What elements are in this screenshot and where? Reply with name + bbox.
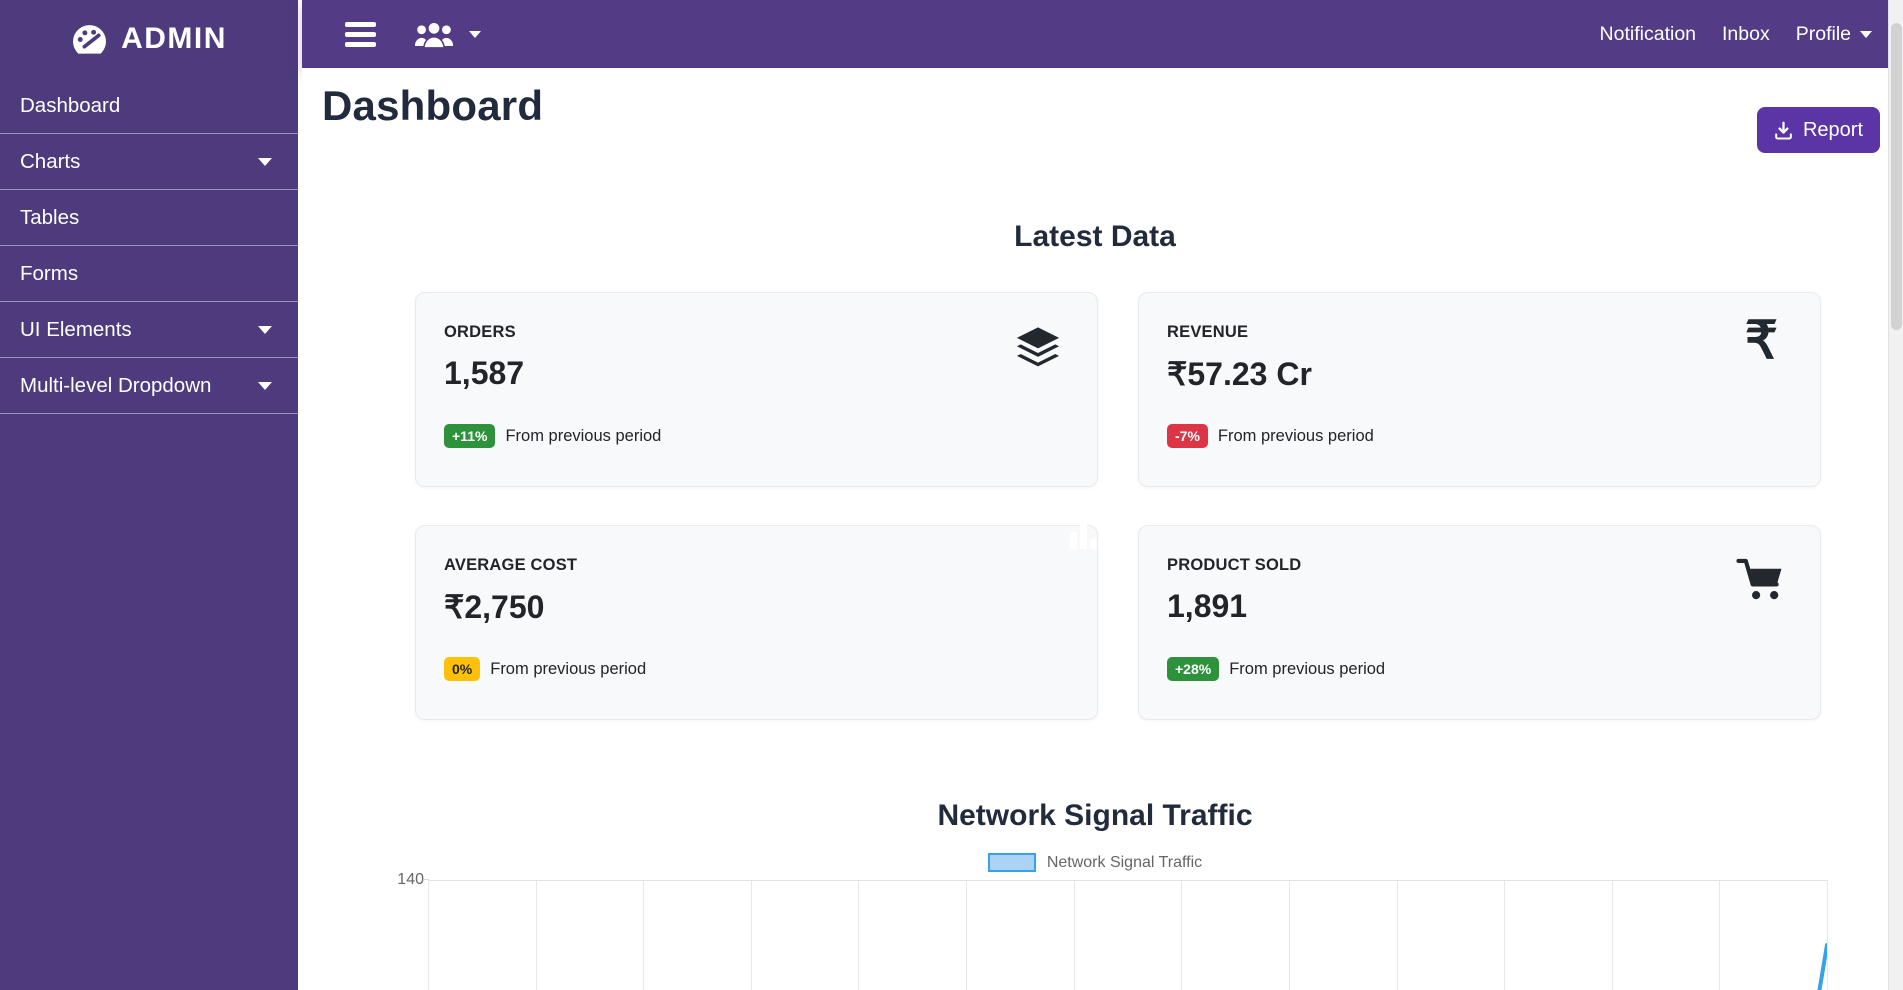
stat-card-label: REVENUE [1167, 323, 1792, 342]
brand-name: ADMIN [121, 22, 227, 56]
stat-card-value: 1,891 [1167, 588, 1792, 625]
sidebar-item-tables[interactable]: Tables [0, 190, 298, 246]
sidebar-item-multilevel-dropdown[interactable]: Multi-level Dropdown [0, 358, 298, 414]
sidebar-item-forms[interactable]: Forms [0, 246, 298, 302]
sidebar-item-label: Tables [20, 206, 79, 230]
users-icon [413, 20, 455, 49]
stat-cards: ORDERS 1,587 +11% From previous period R… [415, 292, 1821, 720]
chevron-down-icon [258, 158, 272, 166]
stat-change-badge: +11% [444, 424, 495, 448]
nav-inbox[interactable]: Inbox [1722, 23, 1770, 46]
sidebar-item-label: Dashboard [20, 94, 120, 118]
sidebar-item-label: Multi-level Dropdown [20, 374, 211, 398]
chevron-down-icon [258, 326, 272, 334]
legend-swatch [988, 853, 1036, 872]
chart-line [428, 881, 1828, 990]
stat-card-value: ₹2,750 [444, 588, 1069, 626]
cart-icon [1736, 558, 1784, 606]
navbar-links: Notification Inbox Profile [1600, 23, 1872, 46]
hamburger-icon [345, 22, 376, 27]
stat-card-note: From previous period [1218, 427, 1374, 446]
stat-card-label: PRODUCT SOLD [1167, 556, 1792, 575]
stat-card-value: ₹57.23 Cr [1167, 355, 1792, 393]
users-dropdown-button[interactable] [413, 20, 481, 49]
sidebar-item-label: Charts [20, 150, 80, 174]
report-button-label: Report [1803, 119, 1863, 142]
chevron-down-icon [1860, 31, 1872, 38]
latest-data-heading: Latest Data [302, 220, 1888, 254]
stat-card-label: ORDERS [444, 323, 1069, 342]
stat-card-note: From previous period [490, 660, 646, 679]
layers-icon [1015, 325, 1061, 373]
sidebar-item-label: Forms [20, 262, 78, 286]
chart-plot-area [428, 880, 1828, 990]
chevron-down-icon [258, 382, 272, 390]
nav-profile[interactable]: Profile [1796, 23, 1872, 46]
stat-change-badge: +28% [1167, 657, 1219, 681]
app-window: ADMIN Dashboard Charts Tables Forms UI E… [0, 0, 1903, 990]
stat-card-value: 1,587 [444, 355, 1069, 392]
main-content: Dashboard Report Latest Data ORDERS 1,58… [302, 68, 1888, 990]
page-title: Dashboard [322, 82, 543, 130]
rupee-icon: ₹ [1745, 315, 1778, 367]
menu-toggle-button[interactable] [345, 22, 376, 47]
y-axis-tick-label: 140 [390, 871, 424, 889]
chart-legend-item[interactable]: Network Signal Traffic [302, 853, 1888, 872]
nav-notification[interactable]: Notification [1600, 23, 1696, 46]
sidebar: ADMIN Dashboard Charts Tables Forms UI E… [0, 0, 300, 990]
stat-card-orders: ORDERS 1,587 +11% From previous period [415, 292, 1098, 487]
stat-card-product-sold: PRODUCT SOLD 1,891 +28% From previous pe… [1138, 525, 1821, 720]
report-button[interactable]: Report [1757, 107, 1880, 153]
sidebar-menu: Dashboard Charts Tables Forms UI Element… [0, 78, 298, 414]
scrollbar-thumb[interactable] [1891, 23, 1902, 330]
stat-card-average-cost: AVERAGE COST ₹2,750 0% From previous per… [415, 525, 1098, 720]
chart-title: Network Signal Traffic [302, 799, 1888, 833]
sidebar-item-ui-elements[interactable]: UI Elements [0, 302, 298, 358]
stat-card-note: From previous period [1229, 660, 1385, 679]
download-icon [1774, 121, 1793, 140]
top-navbar: Notification Inbox Profile [302, 0, 1888, 68]
sidebar-item-charts[interactable]: Charts [0, 134, 298, 190]
stat-card-label: AVERAGE COST [444, 556, 1069, 575]
stat-change-badge: -7% [1167, 424, 1208, 448]
gauge-icon [71, 23, 108, 56]
scrollbar-track[interactable] [1888, 0, 1903, 990]
legend-label: Network Signal Traffic [1047, 854, 1202, 872]
stat-card-note: From previous period [505, 427, 661, 446]
brand[interactable]: ADMIN [0, 0, 298, 78]
chevron-down-icon [469, 31, 481, 38]
stat-card-revenue: REVENUE ₹57.23 Cr -7% From previous peri… [1138, 292, 1821, 487]
sidebar-item-dashboard[interactable]: Dashboard [0, 78, 298, 134]
stat-change-badge: 0% [444, 657, 480, 681]
sidebar-item-label: UI Elements [20, 318, 132, 342]
